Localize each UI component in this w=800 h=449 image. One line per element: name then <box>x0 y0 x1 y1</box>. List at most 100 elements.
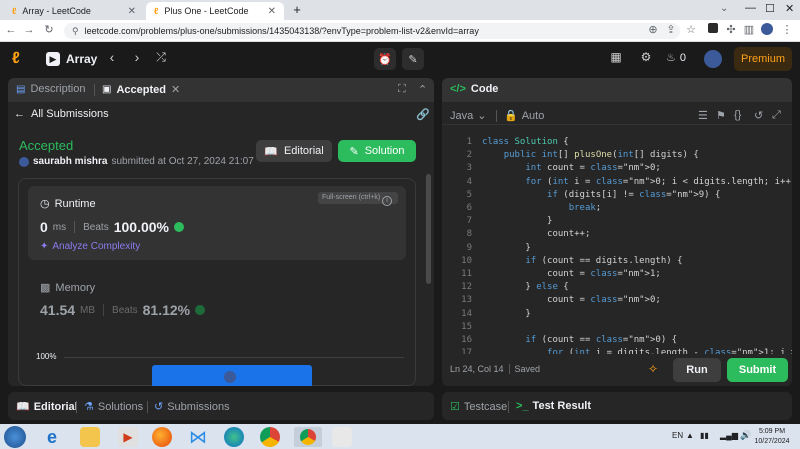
streak-counter[interactable]: ♨ 0 <box>666 51 686 65</box>
back-icon[interactable]: ← <box>4 23 18 37</box>
site-info-icon[interactable]: ⚲ <box>72 26 79 37</box>
submit-button[interactable]: Submit <box>727 358 788 382</box>
tab-solutions[interactable]: ⚗ Solutions <box>84 400 143 414</box>
system-clock[interactable]: 5:09 PM 10/27/2024 <box>752 427 792 447</box>
prev-problem-icon[interactable]: ‹ <box>105 49 119 65</box>
tab-search-icon[interactable]: ⌄ <box>720 3 734 17</box>
runtime-card[interactable]: ◷ Runtime 0 ms Beats 100.00% ✦ Analyze C… <box>28 186 406 260</box>
code-line[interactable]: 14 } <box>442 308 792 321</box>
browser-tab-plus-one[interactable]: ℓ Plus One - LeetCode ✕ <box>146 2 284 20</box>
tab-submissions[interactable]: ↺ Submissions <box>154 400 230 414</box>
url-field[interactable]: ⚲ leetcode.com/problems/plus-one/submiss… <box>64 23 680 39</box>
code-tab[interactable]: </> Code <box>450 83 498 95</box>
language-indicator[interactable]: EN <box>672 431 683 440</box>
media-player-icon[interactable]: ▶ <box>118 427 138 447</box>
zoom-icon[interactable]: ⊕ <box>646 23 660 37</box>
code-line[interactable]: 3 int count = class="nm">0; <box>442 162 792 175</box>
chrome-active-window-icon[interactable] <box>294 427 322 447</box>
close-tab-icon[interactable]: ✕ <box>171 83 180 96</box>
forward-icon[interactable]: → <box>22 23 36 37</box>
tab-editorial[interactable]: 📖 Editorial <box>16 400 78 414</box>
code-line[interactable]: 5 if (digits[i] != class="nm">9) { <box>442 189 792 202</box>
all-submissions-link[interactable]: ← All Submissions <box>14 108 109 120</box>
close-tab-icon[interactable]: ✕ <box>128 6 136 17</box>
language-select[interactable]: Java ⌄ <box>450 109 486 123</box>
reset-icon[interactable]: ↺ <box>754 109 763 122</box>
code-line[interactable]: 11 count = class="nm">1; <box>442 268 792 281</box>
auto-mode-toggle[interactable]: 🔒 Auto <box>504 109 544 123</box>
scrollbar-thumb[interactable] <box>426 174 431 284</box>
side-panel-icon[interactable]: ▥ <box>742 23 756 37</box>
bookmark-icon[interactable]: ⚑ <box>716 109 726 122</box>
code-editor[interactable]: 1 class Solution {2 public int[] plusOne(… <box>442 130 792 385</box>
show-hidden-icons-icon[interactable]: ▲ <box>686 431 694 440</box>
tab-accepted[interactable]: ▣ Accepted ✕ <box>102 83 180 97</box>
new-tab-button[interactable]: + <box>290 3 304 17</box>
editorial-button[interactable]: 📖 Editorial <box>256 140 332 162</box>
maximize-panel-icon[interactable]: ⛶ <box>398 83 406 96</box>
internet-explorer-icon[interactable]: e <box>42 427 62 447</box>
maximize-icon[interactable]: ☐ <box>765 2 775 15</box>
extension-leetcode-icon[interactable] <box>706 23 720 37</box>
minimize-icon[interactable]: — <box>745 2 756 14</box>
analyze-complexity-link[interactable]: ✦ Analyze Complexity <box>40 241 140 252</box>
code-line[interactable]: 1 class Solution { <box>442 136 792 149</box>
format-icon[interactable]: ☰ <box>698 109 708 122</box>
code-line[interactable]: 16 if (count == class="nm">0) { <box>442 334 792 347</box>
run-button[interactable]: Run <box>673 358 721 382</box>
premium-button[interactable]: Premium <box>734 47 792 71</box>
solution-button[interactable]: ✎ Solution <box>338 140 416 162</box>
volume-icon[interactable]: 🔊 <box>740 430 751 441</box>
braces-icon[interactable]: {} <box>734 109 741 121</box>
distribution-bar[interactable] <box>152 365 312 386</box>
memory-header[interactable]: ▩ Memory <box>40 281 95 295</box>
code-line[interactable]: 8 count++; <box>442 228 792 241</box>
share-icon[interactable]: ⇪ <box>664 23 678 37</box>
code-line[interactable]: 2 public int[] plusOne(int[] digits) { <box>442 149 792 162</box>
browser-tab-array[interactable]: ℓ Array - LeetCode ✕ <box>4 2 144 20</box>
code-line[interactable]: 6 break; <box>442 202 792 215</box>
signal-icon[interactable]: ▂▄▆ <box>720 431 738 440</box>
start-button[interactable] <box>4 426 26 448</box>
problem-list-button[interactable]: ▶ Array <box>46 50 97 68</box>
tab-description[interactable]: ▤ Description <box>16 83 85 95</box>
info-icon[interactable]: i <box>382 196 392 206</box>
bookmark-star-icon[interactable]: ☆ <box>684 23 698 37</box>
close-tab-icon[interactable]: ✕ <box>268 6 276 17</box>
vscode-icon[interactable]: ⋈ <box>188 427 208 447</box>
edge-icon[interactable] <box>224 427 244 447</box>
tab-test-result[interactable]: >_ Test Result <box>516 400 591 412</box>
user-avatar[interactable] <box>19 156 29 167</box>
shuffle-icon[interactable]: ⤮ <box>153 50 169 65</box>
next-problem-icon[interactable]: › <box>130 49 144 65</box>
username[interactable]: saurabh mishra <box>33 156 107 167</box>
file-explorer-icon[interactable] <box>80 427 100 447</box>
layout-grid-icon[interactable]: ▦ <box>608 50 624 64</box>
network-icon[interactable]: ▮▮ <box>700 431 709 440</box>
share-link-icon[interactable]: 🔗 <box>416 108 430 121</box>
chrome-icon[interactable] <box>260 427 280 447</box>
collapse-panel-icon[interactable]: ⌃ <box>418 83 427 96</box>
fullscreen-icon[interactable]: ⤢ <box>772 109 781 122</box>
code-line[interactable]: 13 count = class="nm">0; <box>442 294 792 307</box>
code-line[interactable]: 4 for (int i = class="nm">0; i < digits.… <box>442 176 792 189</box>
code-line[interactable]: 15 <box>442 321 792 334</box>
user-avatar[interactable] <box>704 50 722 68</box>
firefox-icon[interactable] <box>152 427 172 447</box>
notes-icon[interactable]: ✎ <box>402 48 424 70</box>
code-line[interactable]: 7 } <box>442 215 792 228</box>
tab-testcase[interactable]: ☑ Testcase <box>450 400 507 414</box>
reload-icon[interactable]: ↻ <box>42 23 56 37</box>
virtualbox-icon[interactable] <box>332 427 352 447</box>
timer-icon[interactable]: ⏰ <box>374 48 396 70</box>
extensions-icon[interactable]: ✣ <box>724 23 738 37</box>
chrome-menu-icon[interactable]: ⋮ <box>780 23 794 37</box>
leetcode-logo-icon[interactable]: ℓ <box>12 50 30 68</box>
profile-avatar[interactable] <box>760 23 774 37</box>
debug-icon[interactable]: ✧ <box>648 362 658 376</box>
code-line[interactable]: 12 } else { <box>442 281 792 294</box>
code-line[interactable]: 9 } <box>442 242 792 255</box>
settings-gear-icon[interactable]: ⚙ <box>638 50 654 64</box>
code-line[interactable]: 10 if (count == digits.length) { <box>442 255 792 268</box>
window-close-icon[interactable]: ✕ <box>785 2 794 15</box>
